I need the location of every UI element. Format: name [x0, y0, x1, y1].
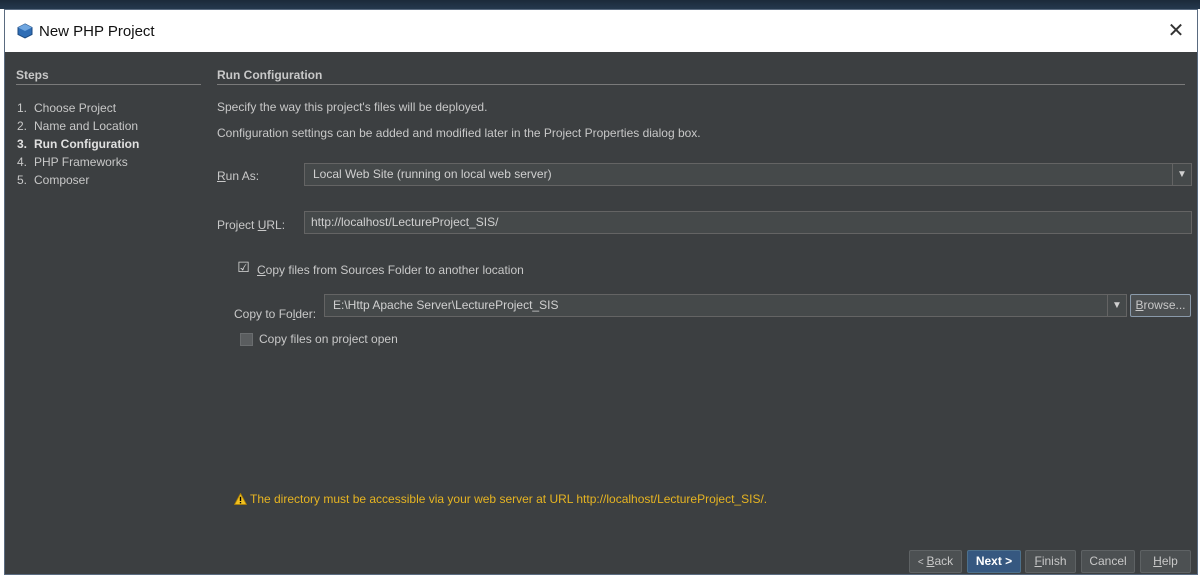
warning-icon [234, 493, 247, 505]
dialog-title: New PHP Project [39, 22, 155, 40]
project-url-label: Project URL: [217, 218, 286, 232]
chevron-down-icon: ▼ [1107, 295, 1126, 316]
netbeans-cube-icon [17, 23, 33, 39]
close-button[interactable]: ✕ [1161, 16, 1191, 46]
run-configuration-panel: Run Configuration Specify the way this p… [217, 52, 1197, 574]
browse-button[interactable]: Browse... [1130, 294, 1191, 317]
copy-on-open-label: Copy files on project open [259, 332, 398, 346]
cancel-button[interactable]: Cancel [1081, 550, 1135, 573]
description-line-2: Configuration settings can be added and … [217, 126, 701, 140]
warning-message: The directory must be accessible via you… [234, 492, 767, 506]
run-as-value: Local Web Site (running on local web ser… [313, 167, 552, 181]
warning-text: The directory must be accessible via you… [250, 492, 768, 506]
step-item-run-configuration: 3. Run Configuration [17, 137, 140, 151]
steps-list: 1. Choose Project 2. Name and Location 3. R… [17, 99, 139, 189]
description-line-1: Specify the way this project's files wil… [217, 100, 488, 114]
new-php-project-dialog: New PHP Project ✕ Steps 1. Choose Project… [4, 9, 1198, 575]
copy-files-checkbox[interactable]: ☑ [237, 260, 250, 275]
run-as-dropdown[interactable]: Local Web Site (running on local web ser… [304, 163, 1192, 186]
step-item-php-frameworks: 4. PHP Frameworks [17, 155, 128, 169]
steps-pane: Steps 1. Choose Project 2. Name and Locati… [5, 52, 209, 574]
chevron-down-icon: ▼ [1172, 164, 1191, 185]
back-button[interactable]: < Back [909, 550, 962, 573]
step-item-name-and-location: 2. Name and Location [17, 119, 139, 133]
background-window-strip [0, 0, 1200, 9]
step-item-choose-project: 1. Choose Project [17, 101, 117, 115]
copy-on-open-checkbox[interactable] [240, 333, 253, 346]
steps-heading: Steps [16, 68, 201, 85]
copy-files-label: Copy files from Sources Folder to anothe… [257, 263, 524, 277]
copy-to-folder-value: E:\Http Apache Server\LectureProject_SIS [333, 298, 559, 312]
project-url-input[interactable]: http://localhost/LectureProject_SIS/ [304, 211, 1192, 234]
finish-button[interactable]: Finish [1025, 550, 1076, 573]
copy-to-folder-combo[interactable]: E:\Http Apache Server\LectureProject_SIS… [324, 294, 1127, 317]
next-button[interactable]: Next > [967, 550, 1021, 573]
help-button[interactable]: Help [1140, 550, 1191, 573]
copy-to-folder-label: Copy to Folder: [234, 307, 317, 321]
run-as-label: Run As: [217, 169, 260, 183]
title-bar: New PHP Project ✕ [5, 10, 1197, 52]
step-item-composer: 5. Composer [17, 173, 90, 187]
panel-title: Run Configuration [217, 68, 1185, 85]
